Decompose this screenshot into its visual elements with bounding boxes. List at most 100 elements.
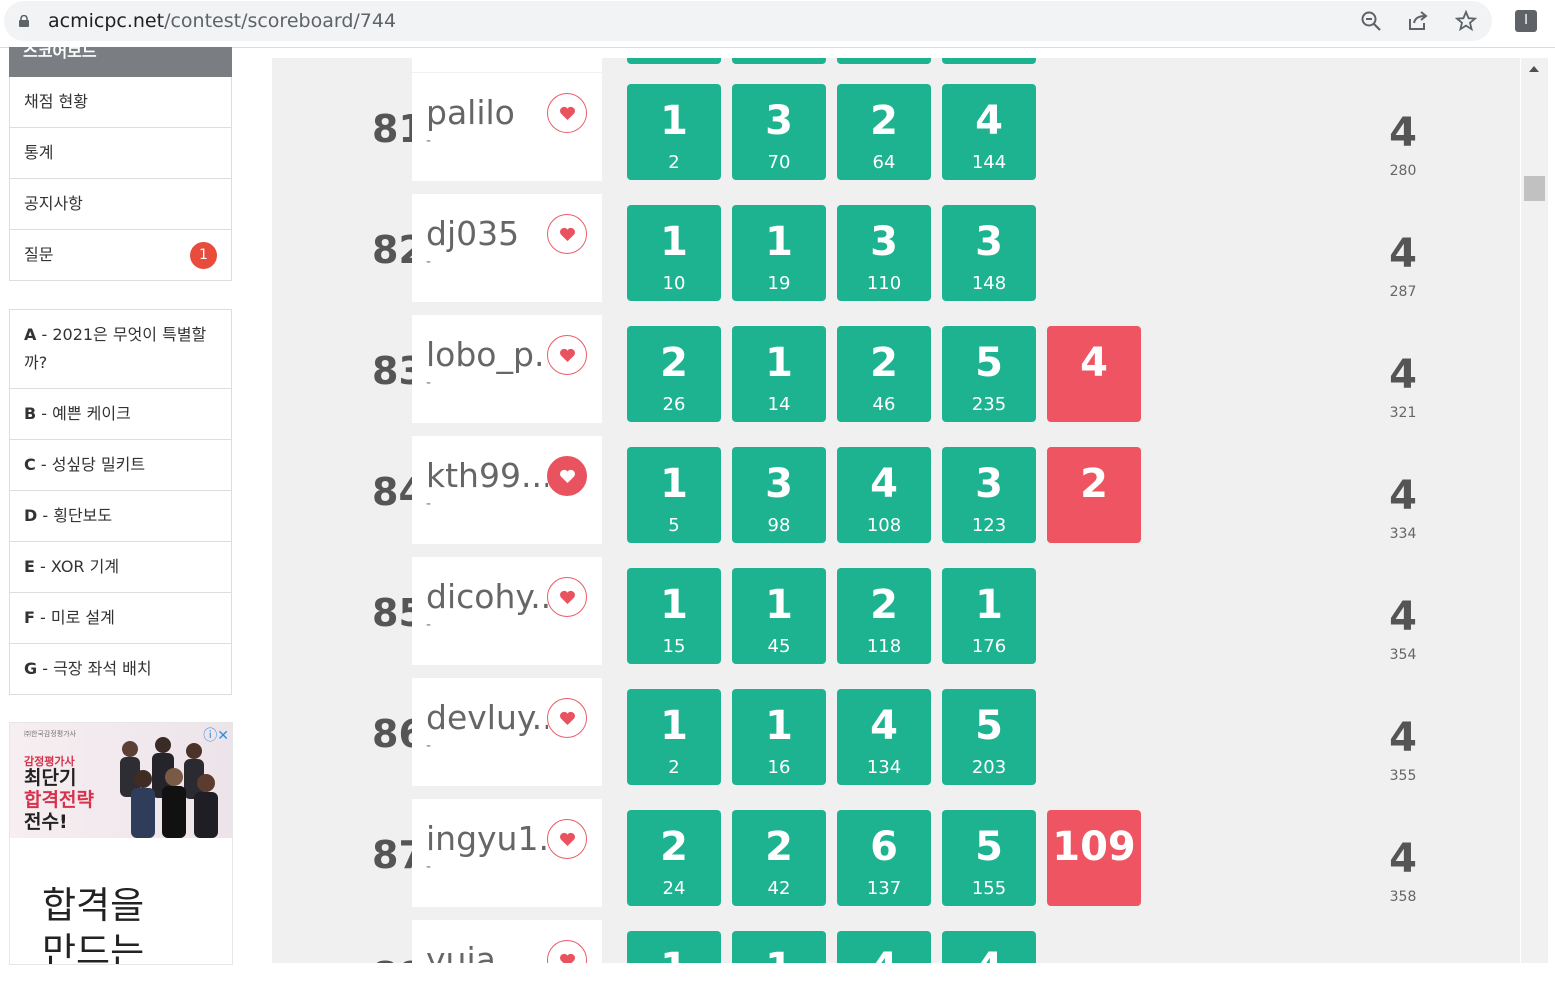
table-row: 86devluy...-12116413452034355 — [272, 678, 1520, 799]
problem-cell: 2 118 — [837, 568, 931, 664]
heart-icon[interactable] — [547, 456, 587, 496]
problem-link-e[interactable]: E - XOR 기계 — [10, 541, 231, 592]
sidebar-item-questions[interactable]: 질문 1 — [10, 229, 231, 280]
problem-cell: 2 42 — [732, 810, 826, 906]
problem-cell: 4 144 — [942, 84, 1036, 180]
problem-cell: 2 46 — [837, 326, 931, 422]
table-row: 81 palilo -1 2 3 70 2 64 4 144 4 280 — [272, 73, 1520, 194]
solve-time: 235 — [971, 394, 1007, 415]
solved-count: 4 — [1389, 473, 1417, 519]
table-row: 87ingyu1...-224242613751551094358 — [272, 799, 1520, 920]
scrollbar[interactable] — [1521, 58, 1548, 963]
problem-cell: 4 — [837, 931, 931, 963]
sidebar-item-label: 공지사항 — [24, 194, 83, 213]
attempt-count: 5 — [975, 703, 1003, 749]
url-text[interactable]: acmicpc.net/contest/scoreboard/744 — [48, 10, 396, 32]
problem-cell: 4 108 — [837, 447, 931, 543]
table-row: 84 kth99... -1 5 3 98 4 108 3 123 2 4 334 — [272, 436, 1520, 557]
user-link[interactable]: palilo — [426, 93, 548, 132]
problem-link-b[interactable]: B - 예쁜 케이크 — [10, 388, 231, 439]
heart-icon[interactable] — [547, 819, 587, 859]
attempt-count: 2 — [1080, 461, 1108, 507]
questions-count-badge: 1 — [190, 242, 217, 269]
attempt-count: 2 — [660, 340, 688, 386]
profile-avatar[interactable]: I — [1515, 10, 1537, 32]
heart-icon[interactable] — [547, 214, 587, 254]
attempt-count: 3 — [765, 98, 793, 144]
solved-count: 4 — [1389, 594, 1417, 640]
user-link[interactable]: ingyu1... — [426, 819, 548, 858]
advertisement[interactable]: ㈜한국감정평가사 감정평가사 최단기 합격전략 전수! ⓘ✕ 합격을 만드는 — [9, 722, 233, 965]
attempt-count: 3 — [975, 461, 1003, 507]
problem-cell — [732, 58, 826, 64]
user-link[interactable]: kth99... — [426, 456, 548, 495]
attempt-count: 1 — [765, 340, 793, 386]
problem-link-d[interactable]: D - 횡단보도 — [10, 490, 231, 541]
heart-icon[interactable] — [547, 577, 587, 617]
heart-icon[interactable] — [547, 335, 587, 375]
penalty-time: 287 — [1389, 284, 1417, 300]
scroll-thumb[interactable] — [1524, 176, 1545, 201]
solve-time: 176 — [971, 636, 1007, 657]
user-link[interactable]: yuja — [426, 940, 548, 963]
problem-cell: 1 14 — [732, 326, 826, 422]
problem-link-a[interactable]: A - 2021은 무엇이 특별할까? — [10, 310, 231, 388]
problem-cell: 1 45 — [732, 568, 826, 664]
problem-link-f[interactable]: F - 미로 설계 — [10, 592, 231, 643]
user-link[interactable]: dj035 — [426, 214, 548, 253]
sidebar-item-notice[interactable]: 공지사항 — [10, 178, 231, 229]
scroll-up-arrow-icon[interactable] — [1529, 66, 1539, 72]
user-link[interactable]: devluy... — [426, 698, 548, 737]
ad-banner-image[interactable]: ㈜한국감정평가사 감정평가사 최단기 합격전략 전수! ⓘ✕ — [10, 723, 232, 838]
attempt-count: 1 — [627, 948, 721, 963]
solve-time: 123 — [971, 515, 1007, 536]
user-link[interactable]: dicohy... — [426, 577, 548, 616]
total-score: 4 — [1372, 960, 1434, 963]
ad-headline-line: 합격전략 — [24, 789, 94, 811]
sidebar-item-status[interactable]: 채점 현황 — [10, 77, 231, 127]
problem-list: A - 2021은 무엇이 특별할까? B - 예쁜 케이크 C - 성싶당 밀… — [9, 309, 232, 695]
problem-link-c[interactable]: C - 성싶당 밀키트 — [10, 439, 231, 490]
sidebar-item-stats[interactable]: 통계 — [10, 127, 231, 178]
heart-icon[interactable] — [547, 93, 587, 133]
problem-cell — [837, 58, 931, 64]
attempt-count: 1 — [975, 582, 1003, 628]
penalty-time: 354 — [1389, 647, 1417, 663]
attempt-count: 2 — [870, 340, 898, 386]
heart-icon[interactable] — [547, 698, 587, 738]
bookmark-star-icon[interactable] — [1455, 10, 1477, 32]
solve-time: 2 — [668, 757, 680, 778]
attempt-count: 2 — [765, 824, 793, 870]
problem-cell: 2 26 — [627, 326, 721, 422]
sidebar-item-label: 통계 — [24, 143, 54, 162]
problem-title: - 횡단보도 — [37, 506, 113, 525]
problem-cell — [627, 58, 721, 64]
ad-close-icon[interactable]: ⓘ✕ — [203, 725, 229, 745]
solve-time: 15 — [662, 636, 686, 657]
attempt-count: 1 — [765, 582, 793, 628]
share-icon[interactable] — [1407, 10, 1429, 32]
sidebar-header[interactable]: 스코어보드 — [9, 47, 232, 77]
problem-title: - XOR 기계 — [34, 557, 120, 576]
problem-id: A — [24, 325, 37, 344]
address-bar[interactable]: acmicpc.net/contest/scoreboard/744 — [4, 1, 1492, 41]
penalty-time: 280 — [1389, 163, 1417, 179]
ad-headline-line: 전수! — [24, 811, 68, 833]
problem-cell: 12 — [627, 84, 721, 180]
heart-icon[interactable] — [547, 940, 587, 963]
user-affiliation: - — [426, 617, 432, 633]
problem-cell: 3 110 — [837, 205, 931, 301]
zoom-icon[interactable] — [1360, 10, 1382, 32]
problem-cell: 5 155 — [942, 810, 1036, 906]
penalty-time: 358 — [1389, 889, 1417, 905]
problem-cell: 5 235 — [942, 326, 1036, 422]
attempt-count: 1 — [660, 703, 688, 749]
solve-time: 26 — [662, 394, 686, 415]
solve-time: 118 — [866, 636, 902, 657]
attempt-count: 1 — [660, 219, 688, 265]
problem-cell: 2 — [1047, 447, 1141, 543]
solved-count: 4 — [1389, 110, 1417, 156]
user-link[interactable]: lobo_p... — [426, 335, 548, 374]
problem-cell: 1 176 — [942, 568, 1036, 664]
problem-link-g[interactable]: G - 극장 좌석 배치 — [10, 643, 231, 694]
